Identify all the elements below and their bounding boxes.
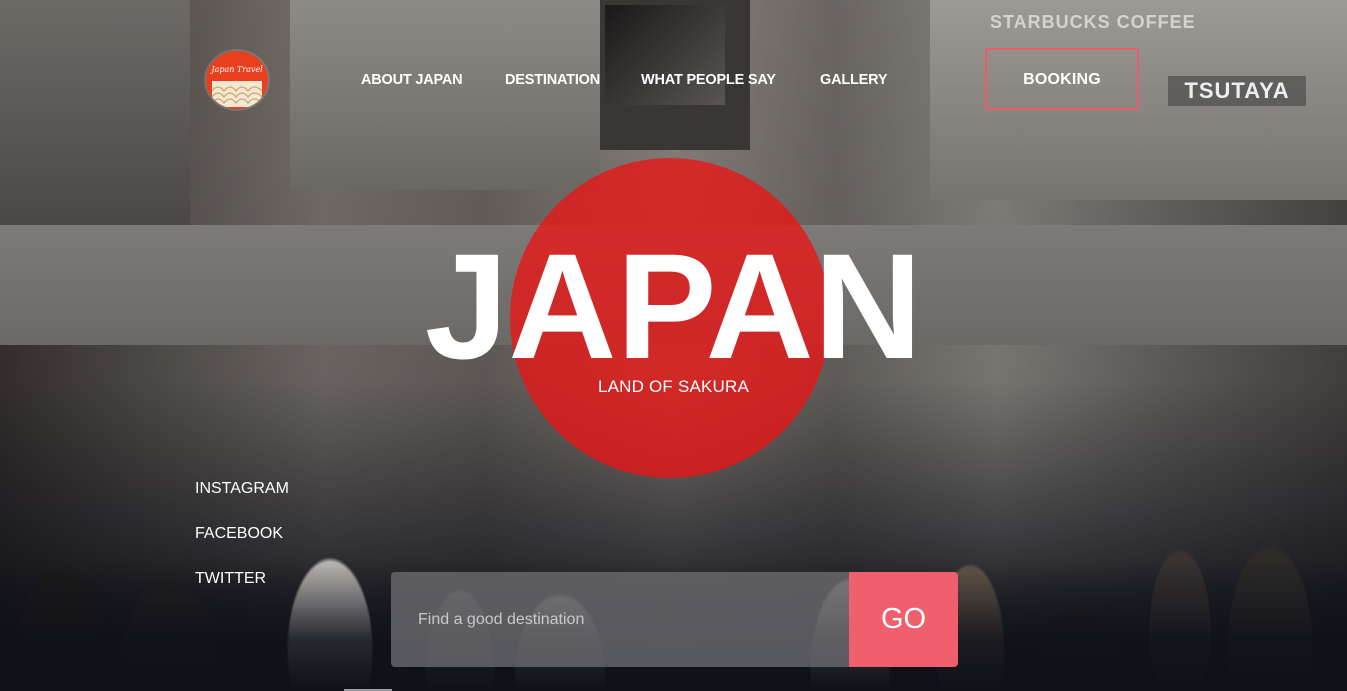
- social-twitter-link[interactable]: TWITTER: [195, 570, 266, 588]
- nav-gallery[interactable]: GALLERY: [820, 72, 888, 88]
- booking-button[interactable]: BOOKING: [985, 48, 1139, 110]
- nav-what-people-say[interactable]: WHAT PEOPLE SAY: [641, 72, 776, 88]
- hero-subtitle: LAND OF SAKURA: [597, 377, 750, 396]
- go-button[interactable]: GO: [849, 572, 958, 667]
- hero-title: JAPAN: [424, 222, 923, 390]
- social-instagram-link[interactable]: INSTAGRAM: [195, 480, 289, 498]
- social-facebook-link[interactable]: FACEBOOK: [195, 525, 283, 543]
- sign-starbucks: STARBUCKS COFFEE: [990, 12, 1196, 32]
- nav-destination[interactable]: DESTINATION: [505, 72, 600, 88]
- building-billboard: [605, 5, 725, 105]
- destination-search-input[interactable]: [391, 572, 850, 667]
- building-center-left: [290, 0, 600, 190]
- nav-about-japan[interactable]: ABOUT JAPAN: [361, 72, 463, 88]
- sign-tsutaya: TSUTAYA: [1168, 76, 1306, 106]
- logo[interactable]: Japan Travel: [206, 51, 268, 109]
- building-left: [0, 0, 190, 230]
- logo-text: Japan Travel: [211, 65, 263, 74]
- wave-icon: [212, 81, 262, 107]
